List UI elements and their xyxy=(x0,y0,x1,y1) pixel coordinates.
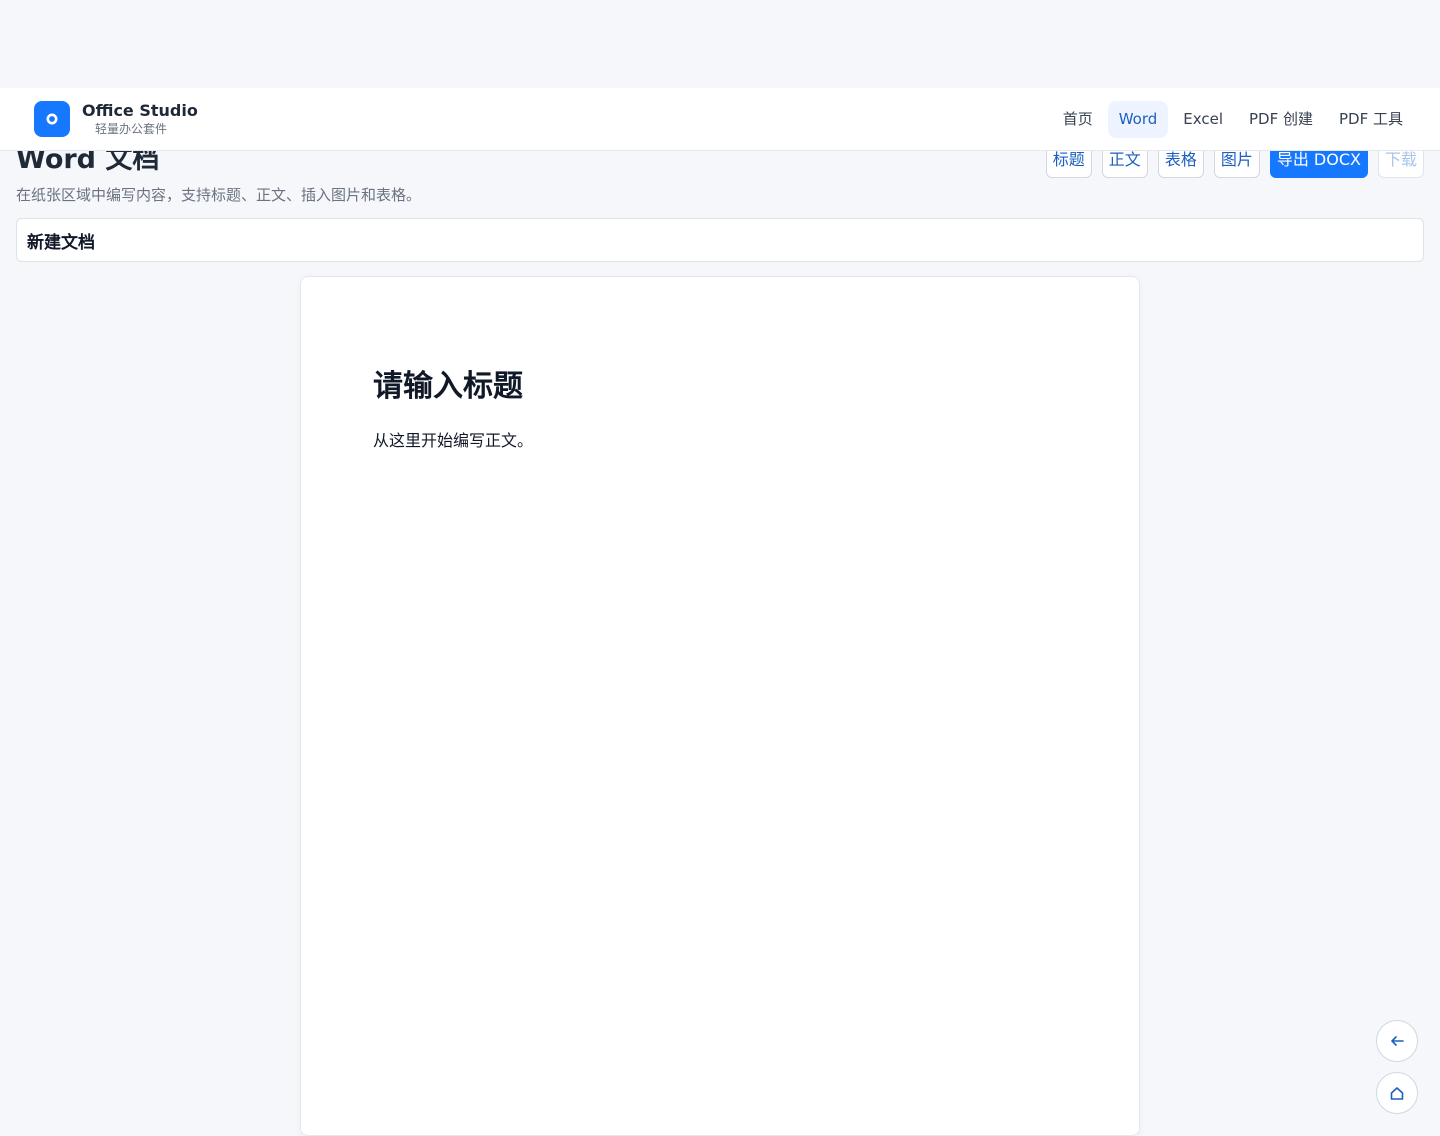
main-nav: 首页 Word Excel PDF 创建 PDF 工具 xyxy=(1052,101,1414,138)
back-button[interactable] xyxy=(1376,1020,1418,1062)
document-name-input[interactable] xyxy=(16,218,1424,262)
home-button[interactable] xyxy=(1376,1072,1418,1114)
app-header: Office Studio 轻量办公套件 首页 Word Excel PDF 创… xyxy=(0,88,1440,151)
nav-item-word[interactable]: Word xyxy=(1107,101,1169,138)
document-heading[interactable]: 请输入标题 xyxy=(373,363,523,411)
nav-item-home[interactable]: 首页 xyxy=(1052,101,1104,138)
brand-name: Office Studio xyxy=(82,101,198,120)
brand-tagline: 轻量办公套件 xyxy=(95,122,168,136)
brand[interactable]: Office Studio 轻量办公套件 xyxy=(34,101,198,137)
home-icon xyxy=(1390,1087,1404,1100)
brand-logo xyxy=(34,101,70,137)
arrow-left-icon xyxy=(1391,1036,1404,1046)
brand-logo-icon xyxy=(46,113,58,125)
nav-item-pdf-create[interactable]: PDF 创建 xyxy=(1238,101,1324,138)
page-subtitle: 在纸张区域中编写内容，支持标题、正文、插入图片和表格。 xyxy=(16,186,422,204)
nav-item-excel[interactable]: Excel xyxy=(1172,101,1234,138)
document-body[interactable]: 从这里开始编写正文。 xyxy=(373,429,533,453)
document-paper[interactable]: 请输入标题 从这里开始编写正文。 xyxy=(300,276,1140,1136)
nav-item-pdf-tools[interactable]: PDF 工具 xyxy=(1328,101,1414,138)
